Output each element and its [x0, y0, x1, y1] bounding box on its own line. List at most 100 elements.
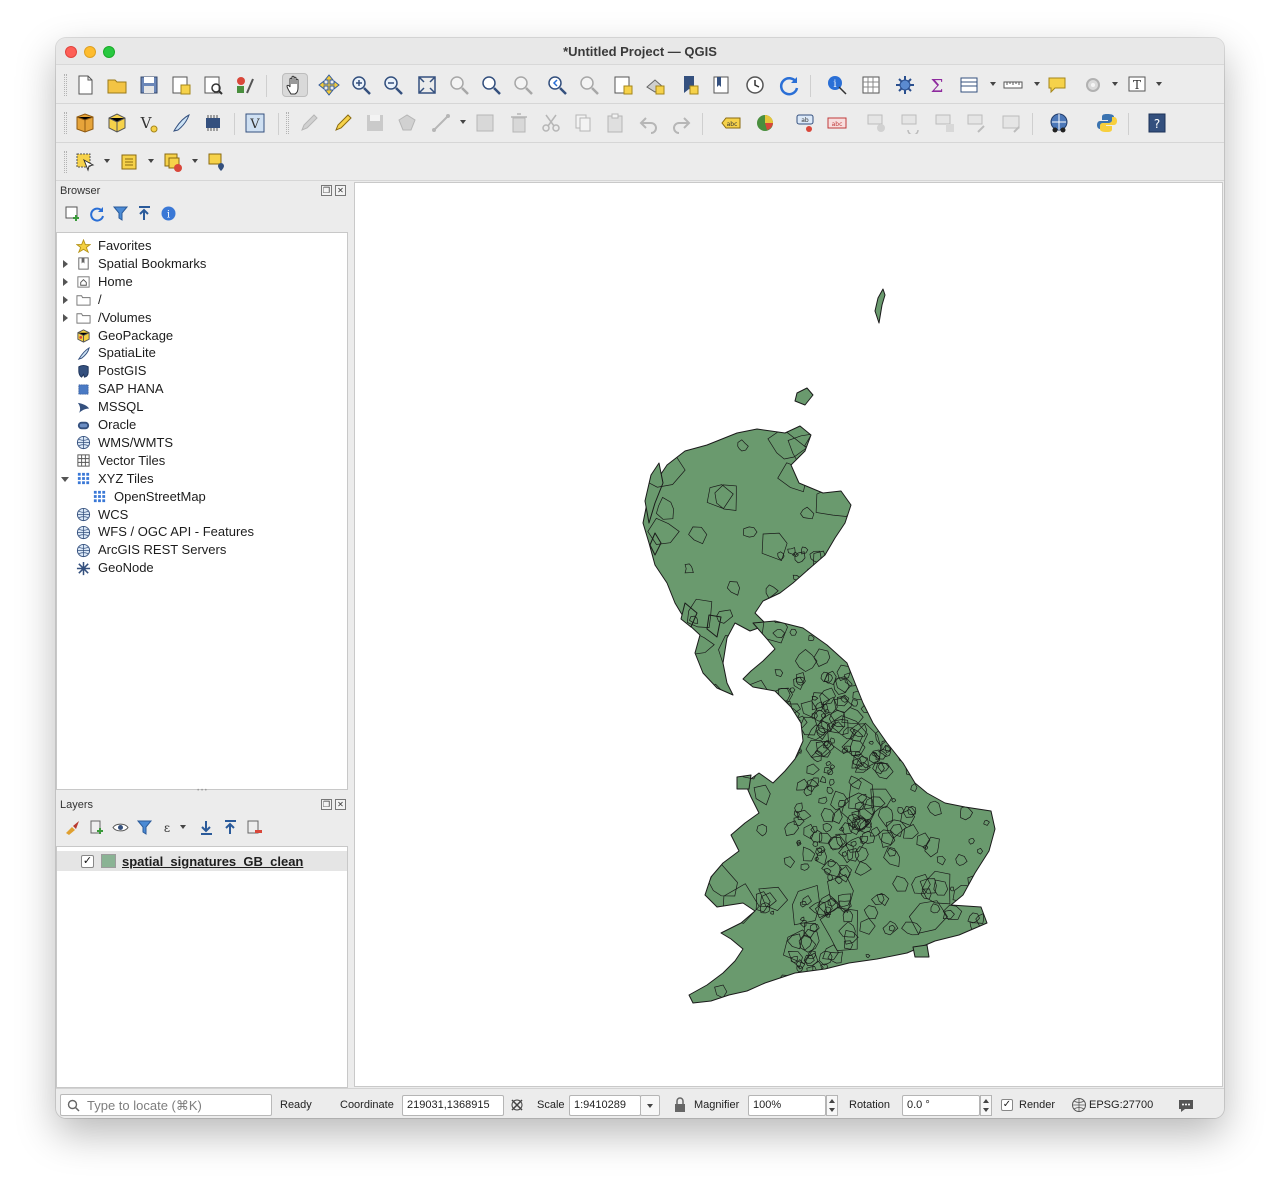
browser-item[interactable]: Spatial Bookmarks	[57, 255, 347, 273]
deselect-all-icon[interactable]	[160, 150, 186, 174]
current-edits-icon[interactable]	[296, 111, 322, 135]
expand-all-icon[interactable]	[196, 817, 216, 837]
identify-features-icon[interactable]: i	[824, 73, 850, 97]
magnifier-spinner[interactable]	[826, 1095, 838, 1116]
zoom-to-layer-icon[interactable]	[478, 73, 504, 97]
refresh-icon[interactable]	[86, 203, 106, 223]
chevron-right-icon[interactable]	[63, 313, 68, 322]
remove-layer-icon[interactable]	[244, 817, 264, 837]
toolbar-grip[interactable]	[64, 151, 67, 173]
new-virtual-layer-icon[interactable]: V	[242, 111, 268, 135]
filter-icon[interactable]	[110, 203, 130, 223]
toggle-extents-icon[interactable]	[508, 1096, 526, 1114]
browser-item[interactable]: XYZ Tiles	[57, 470, 347, 488]
new-spatial-bookmark-icon[interactable]	[676, 73, 702, 97]
text-annotation-icon[interactable]: T	[1124, 73, 1150, 97]
label-tool-icon[interactable]	[998, 111, 1024, 135]
measure-line-icon[interactable]	[1000, 73, 1026, 97]
chevron-down-icon[interactable]	[1112, 82, 1118, 86]
undo-icon[interactable]	[636, 111, 662, 135]
toolbar-grip[interactable]	[286, 112, 289, 134]
close-panel-icon[interactable]: ✕	[335, 185, 346, 196]
close-panel-icon[interactable]: ✕	[335, 799, 346, 810]
quickmapservices-icon[interactable]	[1046, 111, 1072, 135]
processing-toolbox-icon[interactable]	[892, 73, 918, 97]
rotation-field[interactable]: 0.0 °	[902, 1095, 980, 1116]
toolbar-grip[interactable]	[64, 74, 67, 96]
chevron-right-icon[interactable]	[63, 277, 68, 286]
zoom-to-selection-icon[interactable]	[446, 73, 472, 97]
map-canvas[interactable]	[354, 182, 1223, 1087]
browser-item[interactable]: SAP HANA	[57, 380, 347, 398]
layer-labeling-options-icon[interactable]: abc	[718, 111, 744, 135]
magnifier-field[interactable]: 100%	[748, 1095, 826, 1116]
render-checkbox[interactable]: ✓	[1001, 1099, 1013, 1111]
messages-icon[interactable]	[1177, 1096, 1195, 1114]
layer-symbol-swatch[interactable]	[101, 854, 116, 868]
new-project-icon[interactable]	[72, 73, 98, 97]
label-properties-icon[interactable]	[964, 111, 990, 135]
crs-button[interactable]: EPSG:27700	[1089, 1099, 1153, 1111]
pin-labels-icon[interactable]: ab	[792, 111, 818, 135]
collapse-all-icon[interactable]	[220, 817, 240, 837]
add-selected-layers-icon[interactable]	[62, 203, 82, 223]
chevron-down-icon[interactable]	[180, 825, 186, 829]
help-icon[interactable]: ?	[1144, 111, 1170, 135]
change-label-icon[interactable]	[932, 111, 958, 135]
layer-diagram-options-icon[interactable]	[752, 111, 778, 135]
new-map-view-icon[interactable]	[610, 73, 636, 97]
locator-search-input[interactable]	[60, 1094, 272, 1116]
layer-row[interactable]: ✓ spatial_signatures_GB_clean	[57, 851, 347, 871]
pan-map-icon[interactable]	[282, 73, 308, 97]
browser-item[interactable]: MSSQL	[57, 398, 347, 416]
collapse-all-icon[interactable]	[134, 203, 154, 223]
toolbar-grip[interactable]	[64, 112, 67, 134]
layer-name[interactable]: spatial_signatures_GB_clean	[122, 854, 303, 869]
browser-item[interactable]: OpenStreetMap	[57, 488, 347, 506]
zoom-last-icon[interactable]	[544, 73, 570, 97]
refresh-icon[interactable]	[776, 73, 802, 97]
rotation-spinner[interactable]	[980, 1095, 992, 1116]
new-memory-layer-icon[interactable]	[200, 111, 226, 135]
zoom-next-icon[interactable]	[576, 73, 602, 97]
redo-icon[interactable]	[668, 111, 694, 135]
browser-item[interactable]: Favorites	[57, 237, 347, 255]
browser-item[interactable]: WCS	[57, 506, 347, 524]
filter-legend-icon[interactable]	[134, 817, 154, 837]
manage-map-themes-icon[interactable]	[110, 817, 130, 837]
rotate-label-icon[interactable]	[898, 111, 924, 135]
show-bookmarks-icon[interactable]	[708, 73, 734, 97]
chevron-down-icon[interactable]	[61, 476, 69, 482]
browser-item[interactable]: /	[57, 291, 347, 309]
chevron-down-icon[interactable]	[148, 159, 154, 163]
new-shapefile-layer-icon[interactable]: V	[136, 111, 162, 135]
map-tips-icon[interactable]	[1044, 73, 1070, 97]
temporal-controller-icon[interactable]	[742, 73, 768, 97]
chevron-down-icon[interactable]	[460, 120, 466, 124]
browser-item[interactable]: ArcGIS REST Servers	[57, 541, 347, 559]
attribute-table-menu-icon[interactable]	[956, 73, 982, 97]
save-layer-edits-icon[interactable]	[362, 111, 388, 135]
vertex-tool-icon[interactable]	[428, 111, 454, 135]
paste-features-icon[interactable]	[602, 111, 628, 135]
browser-item[interactable]: Oracle	[57, 416, 347, 434]
style-manager-icon[interactable]	[232, 73, 258, 97]
chevron-down-icon[interactable]	[1034, 82, 1040, 86]
new-spatialite-layer-icon[interactable]	[168, 111, 194, 135]
layout-manager-icon[interactable]	[200, 73, 226, 97]
zoom-native-icon[interactable]	[510, 73, 536, 97]
select-by-expression-icon[interactable]	[116, 150, 142, 174]
browser-item[interactable]: Home	[57, 273, 347, 291]
zoom-full-icon[interactable]	[414, 73, 440, 97]
coordinate-field[interactable]: 219031,1368915	[402, 1095, 504, 1116]
browser-item[interactable]: WFS / OGC API - Features	[57, 523, 347, 541]
browser-item[interactable]: GeoPackage	[57, 327, 347, 345]
chevron-right-icon[interactable]	[63, 259, 68, 268]
toggle-editing-icon[interactable]	[330, 111, 356, 135]
delete-selected-icon[interactable]	[506, 111, 532, 135]
select-features-icon[interactable]	[72, 150, 98, 174]
open-attribute-table-icon[interactable]	[858, 73, 884, 97]
browser-item[interactable]: /Volumes	[57, 309, 347, 327]
annotations-gear-icon[interactable]	[1080, 73, 1106, 97]
browser-item[interactable]: PostGIS	[57, 362, 347, 380]
